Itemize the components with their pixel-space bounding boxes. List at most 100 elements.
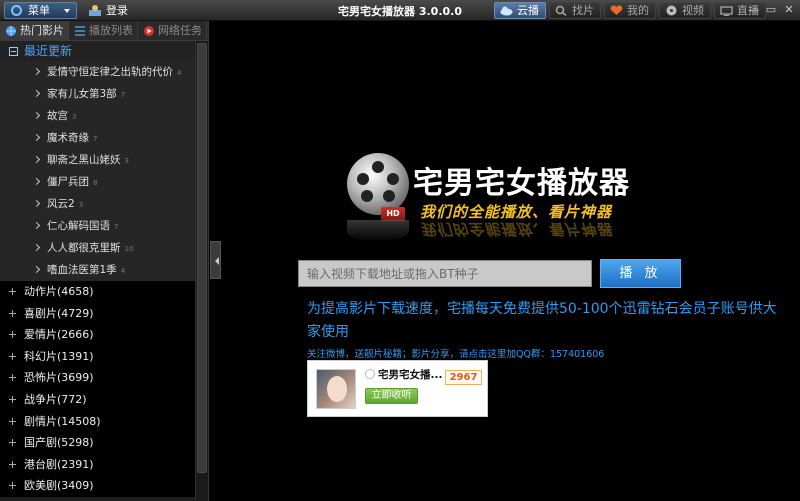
scrollbar-thumb[interactable] <box>197 43 207 473</box>
logo-title: 宅男宅女播放器 <box>413 166 630 201</box>
recent-item[interactable]: 魔术奇缘 7 <box>0 127 195 149</box>
recent-item[interactable]: 僵尸兵团 8 <box>0 171 195 193</box>
tab-label: 云播 <box>517 4 539 17</box>
category-label: 欧美剧(3409) <box>24 479 94 493</box>
minimize-icon[interactable]: — <box>748 3 760 16</box>
tab-label: 网络任务 <box>158 24 202 37</box>
tree-scrollbar[interactable] <box>195 41 208 501</box>
top-nav: 云播 找片 我的 视频 直播 <box>494 2 766 19</box>
recent-item-count: 3 <box>124 157 129 165</box>
cloud-icon <box>500 6 513 16</box>
heart-icon <box>610 5 623 16</box>
chevron-right-icon <box>32 133 41 142</box>
category-label: 国产剧(5298) <box>24 436 94 450</box>
tab-label: 播放列表 <box>89 24 133 37</box>
logo-reflection <box>347 220 409 242</box>
recent-item[interactable]: 家有儿女第3部 7 <box>0 83 195 105</box>
tab-network-tasks[interactable]: 网络任务 <box>138 21 207 41</box>
menu-label: 菜单 <box>28 4 50 17</box>
url-input[interactable] <box>298 260 592 287</box>
chevron-down-icon <box>64 9 70 13</box>
recent-item[interactable]: 聊斋之黑山姥妖 3 <box>0 149 195 171</box>
recent-item-title: 僵尸兵团 <box>47 176 89 188</box>
tv-icon <box>720 6 733 16</box>
weibo-name[interactable]: 宅男宅女播... <box>378 367 442 382</box>
reel-hole <box>361 190 373 202</box>
category-item[interactable]: 爱情片(2666) <box>0 324 195 346</box>
tab-label: 我的 <box>627 4 649 17</box>
recent-item-title: 风云2 <box>47 198 75 210</box>
globe-icon <box>6 26 16 36</box>
expand-plus-icon <box>9 482 16 490</box>
search-icon <box>555 5 567 16</box>
login-label: 登录 <box>106 4 128 17</box>
recent-item[interactable]: 风云2 3 <box>0 193 195 215</box>
expand-plus-icon <box>9 395 16 403</box>
category-item[interactable]: 国产剧(5298) <box>0 432 195 454</box>
expand-plus-icon <box>9 460 16 468</box>
recent-item[interactable]: 嗜血法医第1季 4 <box>0 259 195 281</box>
chevron-right-icon <box>32 89 41 98</box>
close-icon[interactable]: ✕ <box>783 3 795 16</box>
category-label: 剧情片(14508) <box>24 414 101 428</box>
left-tabs: 热门影片 播放列表 网络任务 <box>0 21 208 41</box>
category-item[interactable]: 战争片(772) <box>0 388 195 411</box>
recent-item-title: 故宫 <box>47 110 68 122</box>
recent-item-count: 4 <box>120 267 126 275</box>
user-icon <box>89 5 101 16</box>
category-item[interactable]: 动作片(4658) <box>0 281 195 303</box>
category-label: 动作片(4658) <box>24 285 94 298</box>
chevron-right-icon <box>32 155 41 164</box>
promo-text[interactable]: 为提高影片下载速度，宅播每天免费提供50-100个迅雷钻石会员子账号供大家使用 <box>307 298 789 344</box>
tab-label: 找片 <box>572 4 594 17</box>
category-item[interactable]: 港台剧(2391) <box>0 453 195 476</box>
menu-button[interactable]: 菜单 <box>4 2 77 19</box>
follow-button[interactable]: 立即收听 <box>365 388 418 404</box>
category-item[interactable]: 科幻片(1391) <box>0 345 195 368</box>
recent-item[interactable]: 爱情守恒定律之出轨的代价 4 <box>0 61 195 83</box>
login-button[interactable]: 登录 <box>88 3 128 18</box>
chevron-right-icon <box>32 221 41 230</box>
tab-cloud-play[interactable]: 云播 <box>494 2 546 19</box>
recent-item-title: 爱情守恒定律之出轨的代价 <box>47 66 173 78</box>
weibo-card: 宅男宅女播... 2967 立即收听 <box>307 360 488 417</box>
chevron-right-icon <box>32 265 41 274</box>
recent-updates-header[interactable]: 最近更新 <box>0 41 195 61</box>
recent-item[interactable]: 故宫 3 <box>0 105 195 127</box>
recent-item-title: 魔术奇缘 <box>47 132 89 144</box>
collapse-panel-button[interactable] <box>210 241 221 279</box>
tab-find-movies[interactable]: 找片 <box>549 2 601 19</box>
tab-label: 视频 <box>682 4 704 17</box>
tab-hot-movies[interactable]: 热门影片 <box>0 21 69 41</box>
category-item[interactable]: 剧情片(14508) <box>0 410 195 433</box>
movie-tree: 最近更新 爱情守恒定律之出轨的代价 4 家有儿女第3部 7 故宫 3 魔术奇缘 7 聊斋之黑山姥… <box>0 41 195 501</box>
follower-count: 2967 <box>445 370 482 385</box>
category-item[interactable]: 欧美剧(3409) <box>0 475 195 497</box>
avatar[interactable] <box>316 369 356 409</box>
hd-badge: HD <box>381 207 405 221</box>
category-label: 科幻片(1391) <box>24 349 94 363</box>
recent-updates-label: 最近更新 <box>24 44 73 58</box>
tab-playlist[interactable]: 播放列表 <box>69 21 138 41</box>
category-item[interactable]: 恐怖片(3699) <box>0 367 195 389</box>
chevron-right-icon <box>32 243 41 252</box>
reel-hole <box>383 190 395 202</box>
recent-item[interactable]: 仁心解码国语 7 <box>0 215 195 237</box>
tab-label: 热门影片 <box>20 24 64 37</box>
tab-mine[interactable]: 我的 <box>604 2 656 19</box>
weibo-icon <box>365 369 375 379</box>
chevron-right-icon <box>32 67 41 76</box>
recent-item-title: 人人都很克里斯 <box>47 242 121 254</box>
category-label: 战争片(772) <box>24 392 87 406</box>
weibo-qq-link[interactable]: 关注微博，送靓片秘籍；影片分享，请点击这里加QQ群：157401606 <box>307 346 787 360</box>
category-list: 动作片(4658) 喜剧片(4729) 爱情片(2666) 科幻片(1391) 恐怖片(… <box>0 281 195 497</box>
recent-item-title: 嗜血法医第1季 <box>47 264 117 276</box>
category-item[interactable]: 喜剧片(4729) <box>0 302 195 325</box>
recent-item[interactable]: 人人都很克里斯 10 <box>0 237 195 259</box>
recent-item-count: 3 <box>78 201 84 209</box>
maximize-icon[interactable]: ▭ <box>765 3 777 16</box>
expand-plus-icon <box>9 331 16 339</box>
expand-plus-icon <box>9 352 16 360</box>
play-button[interactable]: 播 放 <box>600 259 681 288</box>
tab-video[interactable]: 视频 <box>659 2 711 19</box>
